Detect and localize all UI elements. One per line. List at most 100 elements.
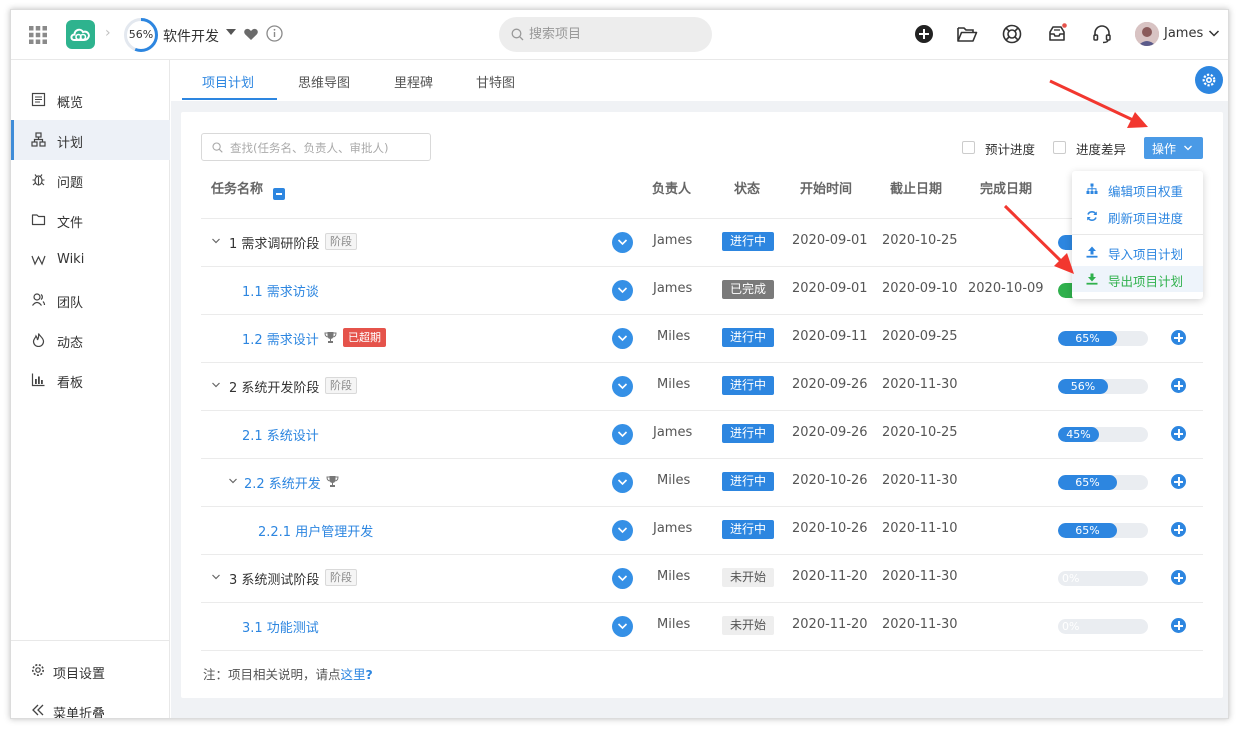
sidebar-item-plan[interactable]: 计划 (11, 120, 170, 160)
project-name[interactable]: 软件开发 (163, 26, 219, 46)
expand-caret-icon[interactable] (211, 236, 221, 246)
project-settings-button[interactable]: 项目设置 (11, 651, 170, 691)
add-subtask-button[interactable] (1171, 474, 1186, 489)
menu-divider (1072, 234, 1203, 235)
chevron-down-icon (617, 239, 628, 246)
lifebuoy-icon[interactable] (1001, 23, 1023, 45)
board-icon (31, 373, 45, 387)
heart-icon[interactable] (243, 26, 259, 42)
cloud-logo-icon (70, 28, 90, 41)
operation-button[interactable]: 操作 (1144, 137, 1203, 159)
progress-fill: 65% (1058, 475, 1117, 490)
chevron-down-icon (617, 575, 628, 582)
sidebar-item-label: 动态 (57, 336, 84, 351)
tab-mind-map[interactable]: 思维导图 (298, 72, 350, 91)
add-subtask-button[interactable] (1171, 378, 1186, 393)
caret-down-icon[interactable] (226, 29, 236, 35)
menu-item-refresh-progress[interactable]: 刷新项目进度 (1072, 203, 1203, 229)
headset-icon[interactable] (1091, 23, 1113, 45)
column-header-task-name: 任务名称 (211, 182, 264, 197)
settings-button[interactable] (1195, 66, 1223, 94)
plan-panel: 预计进度 进度差异 操作 任务名称 负责人 状态 开始时间 截止日期 完成日期 … (181, 112, 1223, 698)
stage-tag: 阶段 (325, 377, 357, 394)
task-name[interactable]: 2.1 系统设计 (242, 425, 319, 444)
task-expand-button[interactable] (612, 520, 633, 541)
sidebar-item-overview[interactable]: 概览 (11, 80, 170, 120)
menu-item-edit-weight[interactable]: 编辑项目权重 (1072, 176, 1203, 202)
task-start-date: 2020-09-26 (792, 377, 868, 392)
task-start-date: 2020-10-26 (792, 473, 868, 488)
search-input[interactable] (529, 25, 699, 44)
user-name[interactable]: James (1164, 26, 1203, 41)
sidebar-item-issues[interactable]: 问题 (11, 160, 170, 200)
task-start-date: 2020-11-20 (792, 617, 868, 632)
task-expand-button[interactable] (612, 424, 633, 445)
info-icon[interactable] (266, 25, 283, 42)
status-badge: 进行中 (722, 520, 774, 539)
add-circle-icon[interactable] (913, 23, 935, 45)
task-owner: James (653, 425, 693, 440)
task-name[interactable]: 2.2 系统开发 (244, 473, 321, 492)
task-owner: James (653, 281, 693, 296)
task-due-date: 2020-10-25 (882, 233, 958, 248)
progress-bar: 65% (1058, 331, 1148, 346)
task-expand-button[interactable] (612, 232, 633, 253)
task-filter-input[interactable] (230, 139, 425, 156)
task-due-date: 2020-11-30 (882, 473, 958, 488)
sidebar-item-activity[interactable]: 动态 (11, 320, 170, 360)
task-owner: James (653, 521, 693, 536)
task-name[interactable]: 1.1 需求访谈 (242, 281, 319, 300)
add-subtask-button[interactable] (1171, 330, 1186, 345)
progress-diff-checkbox[interactable] (1053, 141, 1066, 154)
task-name[interactable]: 1 需求调研阶段 (229, 233, 319, 252)
status-badge: 进行中 (722, 232, 774, 251)
bug-icon (32, 174, 45, 186)
activity-icon (32, 333, 45, 347)
task-expand-button[interactable] (612, 376, 633, 397)
add-subtask-button[interactable] (1171, 570, 1186, 585)
task-owner: James (653, 233, 693, 248)
task-expand-button[interactable] (612, 616, 633, 637)
task-name[interactable]: 2.2.1 用户管理开发 (258, 521, 373, 540)
folder-open-icon[interactable] (956, 23, 978, 45)
expand-caret-icon[interactable] (211, 572, 221, 582)
add-subtask-button[interactable] (1171, 426, 1186, 441)
menu-item-import-plan[interactable]: 导入项目计划 (1072, 239, 1203, 265)
app-grid-icon[interactable] (28, 25, 48, 45)
note-link[interactable]: 这里 (341, 667, 366, 682)
task-expand-button[interactable] (612, 328, 633, 349)
task-expand-button[interactable] (612, 472, 633, 493)
sidebar-item-wiki[interactable]: Wiki (11, 240, 170, 280)
expand-caret-icon[interactable] (228, 476, 238, 486)
avatar[interactable] (1135, 22, 1159, 46)
task-expand-button[interactable] (612, 280, 633, 301)
sidebar-item-files[interactable]: 文件 (11, 200, 170, 240)
expand-caret-icon[interactable] (211, 380, 221, 390)
help-icon[interactable]: ? (366, 667, 373, 682)
collapse-all-icon[interactable] (273, 188, 285, 200)
tab-milestones[interactable]: 里程碑 (394, 72, 433, 91)
add-subtask-button[interactable] (1171, 522, 1186, 537)
app-logo[interactable] (66, 20, 95, 49)
task-name[interactable]: 3 系统测试阶段 (229, 569, 319, 588)
inbox-notification-icon[interactable] (1046, 23, 1068, 45)
task-expand-button[interactable] (612, 568, 633, 589)
collapse-menu-button[interactable]: 菜单折叠 (11, 691, 170, 718)
menu-item-export-plan[interactable]: 导出项目计划 (1072, 266, 1203, 292)
search-icon (511, 28, 524, 41)
chevron-down-icon[interactable] (1208, 27, 1220, 39)
user-avatar-icon (1135, 22, 1159, 46)
task-name[interactable]: 2 系统开发阶段 (229, 377, 319, 396)
task-start-date: 2020-09-11 (792, 329, 868, 344)
chevron-down-icon (617, 527, 628, 534)
task-name[interactable]: 3.1 功能测试 (242, 617, 319, 636)
task-due-date: 2020-11-30 (882, 617, 958, 632)
sidebar-item-board[interactable]: 看板 (11, 360, 170, 400)
add-subtask-button[interactable] (1171, 618, 1186, 633)
tab-project-plan[interactable]: 项目计划 (202, 72, 254, 91)
tab-gantt[interactable]: 甘特图 (476, 72, 515, 91)
sidebar-item-team[interactable]: 团队 (11, 280, 170, 320)
planned-progress-checkbox[interactable] (962, 141, 975, 154)
status-badge: 未开始 (722, 568, 774, 587)
task-name[interactable]: 1.2 需求设计 (242, 329, 319, 348)
